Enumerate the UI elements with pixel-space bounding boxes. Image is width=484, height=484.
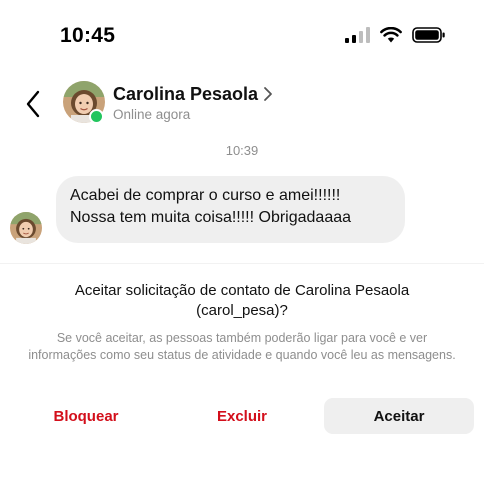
message-row: Acabei de comprar o curso e amei!!!!!! N… [0, 176, 484, 246]
wifi-icon [380, 27, 402, 43]
divider [0, 263, 484, 264]
battery-icon [412, 27, 445, 43]
chevron-left-icon[interactable] [22, 88, 46, 120]
contact-name[interactable]: Carolina Pesaola [113, 84, 258, 105]
message-line: Nossa tem muita coisa!!!!! Obrigadaaaa [70, 209, 352, 226]
message-timestamp: 10:39 [225, 143, 259, 158]
block-button[interactable]: Bloquear [20, 398, 152, 434]
request-description: Se você aceitar, as pessoas também poder… [28, 331, 456, 362]
sender-avatar[interactable] [10, 212, 42, 244]
message-request-panel: Aceitar solicitação de contato de Caroli… [0, 281, 484, 364]
delete-button[interactable]: Excluir [176, 398, 308, 434]
accept-button[interactable]: Aceitar [324, 398, 474, 434]
message-bubble[interactable]: Acabei de comprar o curso e amei!!!!!! N… [56, 176, 405, 243]
message-line: Acabei de comprar o curso e amei!!!!!! [70, 187, 341, 204]
chat-header: Carolina Pesaola Online agora [0, 78, 484, 134]
chevron-right-icon[interactable] [263, 86, 273, 102]
contact-status: Online agora [113, 107, 191, 122]
request-title: Aceitar solicitação de contato de Caroli… [74, 282, 410, 319]
status-bar: 10:45 [0, 0, 484, 72]
request-actions: Bloquear Excluir Aceitar [0, 398, 484, 434]
cellular-signal-icon [345, 27, 370, 43]
status-time: 10:45 [60, 24, 116, 47]
online-status-dot [89, 109, 104, 124]
status-icons [345, 27, 446, 43]
